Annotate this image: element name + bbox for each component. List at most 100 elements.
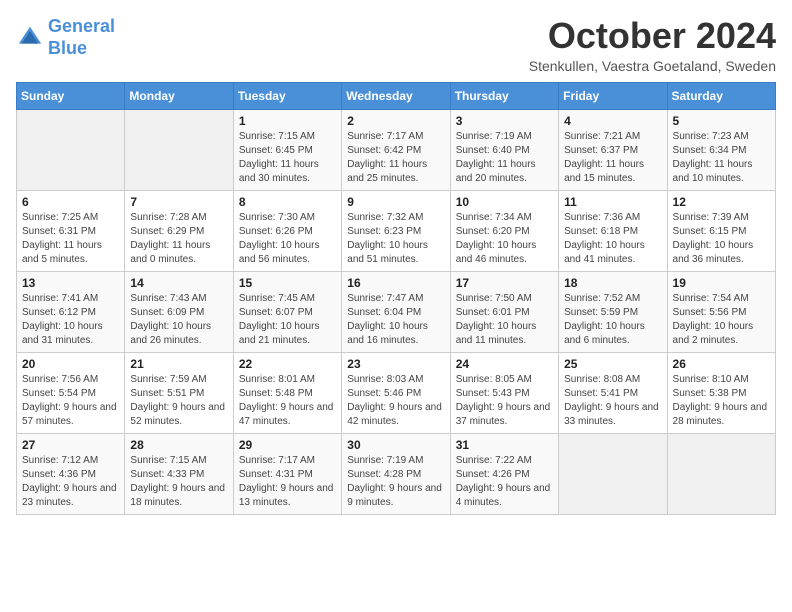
- weekday-header: Sunday: [17, 82, 125, 109]
- day-detail: Sunrise: 7:59 AMSunset: 5:51 PMDaylight:…: [130, 373, 227, 429]
- day-number: 8: [239, 195, 336, 209]
- day-number: 9: [347, 195, 444, 209]
- calendar-cell: 1 Sunrise: 7:15 AMSunset: 6:45 PMDaylight…: [233, 109, 341, 190]
- day-detail: Sunrise: 7:32 AMSunset: 6:23 PMDaylight:…: [347, 211, 444, 267]
- weekday-header: Tuesday: [233, 82, 341, 109]
- calendar-cell: 16 Sunrise: 7:47 AMSunset: 6:04 PMDayligh…: [342, 271, 450, 352]
- calendar-cell: 22Sunrise: 8:01 AMSunset: 5:48 PMDayligh…: [233, 352, 341, 433]
- day-detail: Sunrise: 7:52 AMSunset: 5:59 PMDaylight:…: [564, 292, 661, 348]
- weekday-header: Thursday: [450, 82, 558, 109]
- day-number: 1: [239, 114, 336, 128]
- day-detail: Sunrise: 7:22 AMSunset: 4:26 PMDaylight:…: [456, 454, 553, 510]
- calendar-cell: 8 Sunrise: 7:30 AMSunset: 6:26 PMDaylight…: [233, 190, 341, 271]
- day-detail: Sunrise: 7:47 AMSunset: 6:04 PMDaylight:…: [347, 292, 444, 348]
- day-detail: Sunrise: 7:25 AMSunset: 6:31 PMDaylight:…: [22, 211, 119, 267]
- day-detail: Sunrise: 7:41 AMSunset: 6:12 PMDaylight:…: [22, 292, 119, 348]
- calendar-cell: 11Sunrise: 7:36 AMSunset: 6:18 PMDayligh…: [559, 190, 667, 271]
- day-number: 6: [22, 195, 119, 209]
- calendar-week-row: 13 Sunrise: 7:41 AMSunset: 6:12 PMDayligh…: [17, 271, 776, 352]
- day-number: 20: [22, 357, 119, 371]
- day-detail: Sunrise: 7:21 AMSunset: 6:37 PMDaylight:…: [564, 130, 661, 186]
- calendar-cell: 5 Sunrise: 7:23 AMSunset: 6:34 PMDaylight…: [667, 109, 775, 190]
- logo-icon: [16, 24, 44, 52]
- day-detail: Sunrise: 7:15 AMSunset: 4:33 PMDaylight:…: [130, 454, 227, 510]
- calendar-week-row: 6 Sunrise: 7:25 AMSunset: 6:31 PMDaylight…: [17, 190, 776, 271]
- calendar-cell: [559, 433, 667, 514]
- day-detail: Sunrise: 7:45 AMSunset: 6:07 PMDaylight:…: [239, 292, 336, 348]
- day-number: 21: [130, 357, 227, 371]
- calendar-cell: 25Sunrise: 8:08 AMSunset: 5:41 PMDayligh…: [559, 352, 667, 433]
- day-detail: Sunrise: 8:05 AMSunset: 5:43 PMDaylight:…: [456, 373, 553, 429]
- calendar-cell: 23Sunrise: 8:03 AMSunset: 5:46 PMDayligh…: [342, 352, 450, 433]
- calendar-cell: 28Sunrise: 7:15 AMSunset: 4:33 PMDayligh…: [125, 433, 233, 514]
- calendar-cell: 12 Sunrise: 7:39 AMSunset: 6:15 PMDayligh…: [667, 190, 775, 271]
- calendar-cell: 10Sunrise: 7:34 AMSunset: 6:20 PMDayligh…: [450, 190, 558, 271]
- day-number: 16: [347, 276, 444, 290]
- day-number: 2: [347, 114, 444, 128]
- calendar-cell: 21 Sunrise: 7:59 AMSunset: 5:51 PMDayligh…: [125, 352, 233, 433]
- day-number: 12: [673, 195, 770, 209]
- calendar-table: SundayMondayTuesdayWednesdayThursdayFrid…: [16, 82, 776, 515]
- calendar-cell: [17, 109, 125, 190]
- day-detail: Sunrise: 7:23 AMSunset: 6:34 PMDaylight:…: [673, 130, 770, 186]
- logo-line1: General: [48, 16, 115, 36]
- calendar-week-row: 1 Sunrise: 7:15 AMSunset: 6:45 PMDaylight…: [17, 109, 776, 190]
- calendar-cell: 9 Sunrise: 7:32 AMSunset: 6:23 PMDaylight…: [342, 190, 450, 271]
- day-number: 14: [130, 276, 227, 290]
- day-detail: Sunrise: 7:19 AMSunset: 4:28 PMDaylight:…: [347, 454, 444, 510]
- calendar-cell: 14 Sunrise: 7:43 AMSunset: 6:09 PMDayligh…: [125, 271, 233, 352]
- day-detail: Sunrise: 8:08 AMSunset: 5:41 PMDaylight:…: [564, 373, 661, 429]
- day-number: 17: [456, 276, 553, 290]
- calendar-cell: 29Sunrise: 7:17 AMSunset: 4:31 PMDayligh…: [233, 433, 341, 514]
- day-number: 5: [673, 114, 770, 128]
- day-detail: Sunrise: 7:50 AMSunset: 6:01 PMDaylight:…: [456, 292, 553, 348]
- calendar-cell: 6 Sunrise: 7:25 AMSunset: 6:31 PMDaylight…: [17, 190, 125, 271]
- day-detail: Sunrise: 8:10 AMSunset: 5:38 PMDaylight:…: [673, 373, 770, 429]
- day-number: 11: [564, 195, 661, 209]
- day-detail: Sunrise: 7:34 AMSunset: 6:20 PMDaylight:…: [456, 211, 553, 267]
- day-number: 31: [456, 438, 553, 452]
- day-detail: Sunrise: 7:15 AMSunset: 6:45 PMDaylight:…: [239, 130, 336, 186]
- day-detail: Sunrise: 7:39 AMSunset: 6:15 PMDaylight:…: [673, 211, 770, 267]
- day-detail: Sunrise: 7:19 AMSunset: 6:40 PMDaylight:…: [456, 130, 553, 186]
- weekday-header: Monday: [125, 82, 233, 109]
- day-number: 18: [564, 276, 661, 290]
- day-number: 30: [347, 438, 444, 452]
- calendar-week-row: 27Sunrise: 7:12 AMSunset: 4:36 PMDayligh…: [17, 433, 776, 514]
- day-detail: Sunrise: 7:12 AMSunset: 4:36 PMDaylight:…: [22, 454, 119, 510]
- day-detail: Sunrise: 7:17 AMSunset: 6:42 PMDaylight:…: [347, 130, 444, 186]
- day-number: 29: [239, 438, 336, 452]
- day-detail: Sunrise: 7:30 AMSunset: 6:26 PMDaylight:…: [239, 211, 336, 267]
- calendar-cell: [125, 109, 233, 190]
- calendar-cell: [667, 433, 775, 514]
- calendar-cell: 3Sunrise: 7:19 AMSunset: 6:40 PMDaylight…: [450, 109, 558, 190]
- weekday-header: Wednesday: [342, 82, 450, 109]
- day-number: 7: [130, 195, 227, 209]
- calendar-cell: 19Sunrise: 7:54 AMSunset: 5:56 PMDayligh…: [667, 271, 775, 352]
- day-number: 22: [239, 357, 336, 371]
- weekday-header: Friday: [559, 82, 667, 109]
- day-number: 23: [347, 357, 444, 371]
- calendar-cell: 31 Sunrise: 7:22 AMSunset: 4:26 PMDayligh…: [450, 433, 558, 514]
- day-number: 24: [456, 357, 553, 371]
- calendar-cell: 4 Sunrise: 7:21 AMSunset: 6:37 PMDaylight…: [559, 109, 667, 190]
- title-block: October 2024 Stenkullen, Vaestra Goetala…: [529, 16, 776, 74]
- day-number: 15: [239, 276, 336, 290]
- logo-text: General Blue: [48, 16, 115, 59]
- day-number: 13: [22, 276, 119, 290]
- calendar-cell: 18 Sunrise: 7:52 AMSunset: 5:59 PMDayligh…: [559, 271, 667, 352]
- day-number: 19: [673, 276, 770, 290]
- calendar-cell: 24 Sunrise: 8:05 AMSunset: 5:43 PMDayligh…: [450, 352, 558, 433]
- day-number: 26: [673, 357, 770, 371]
- day-detail: Sunrise: 7:28 AMSunset: 6:29 PMDaylight:…: [130, 211, 227, 267]
- calendar-cell: 2 Sunrise: 7:17 AMSunset: 6:42 PMDaylight…: [342, 109, 450, 190]
- day-number: 4: [564, 114, 661, 128]
- month-title: October 2024: [529, 16, 776, 56]
- calendar-cell: 27Sunrise: 7:12 AMSunset: 4:36 PMDayligh…: [17, 433, 125, 514]
- calendar-week-row: 20Sunrise: 7:56 AMSunset: 5:54 PMDayligh…: [17, 352, 776, 433]
- calendar-cell: 7 Sunrise: 7:28 AMSunset: 6:29 PMDaylight…: [125, 190, 233, 271]
- calendar-cell: 13 Sunrise: 7:41 AMSunset: 6:12 PMDayligh…: [17, 271, 125, 352]
- calendar-cell: 26 Sunrise: 8:10 AMSunset: 5:38 PMDayligh…: [667, 352, 775, 433]
- day-detail: Sunrise: 7:43 AMSunset: 6:09 PMDaylight:…: [130, 292, 227, 348]
- location-subtitle: Stenkullen, Vaestra Goetaland, Sweden: [529, 58, 776, 74]
